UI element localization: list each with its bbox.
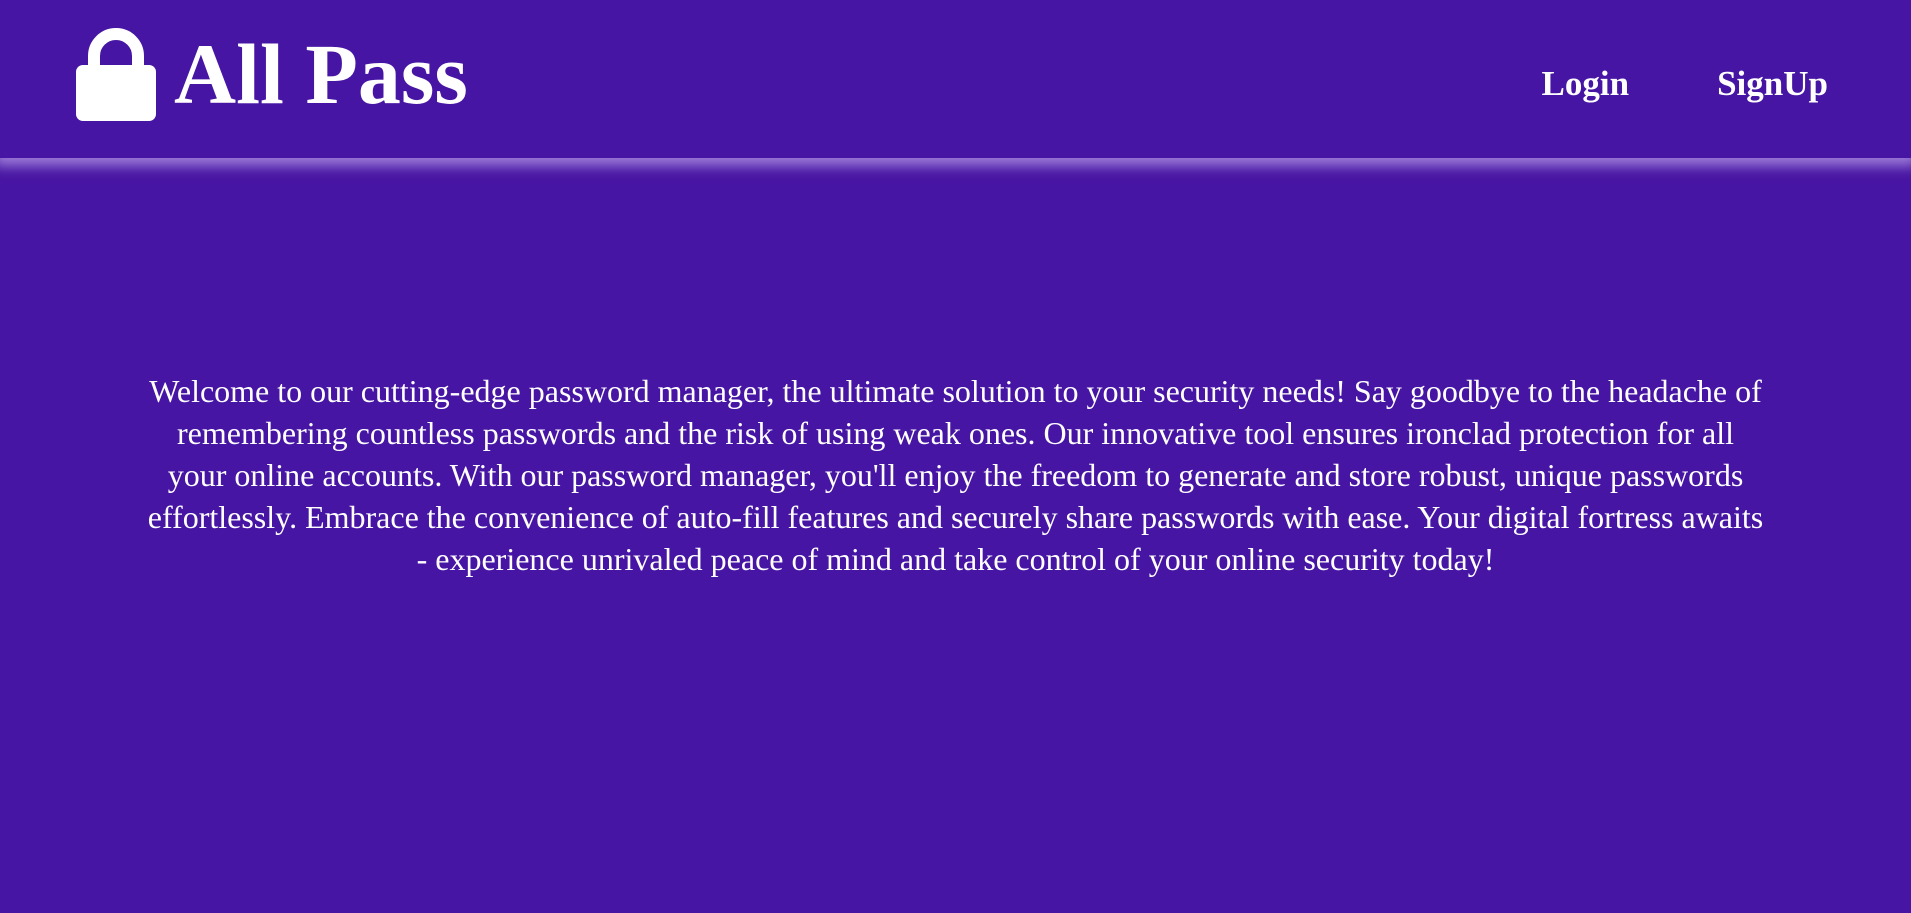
top-nav: Login SignUp [1542, 62, 1828, 106]
signup-link[interactable]: SignUp [1717, 62, 1828, 106]
brand-logo[interactable]: All Pass [76, 26, 468, 122]
main-content: Welcome to our cutting-edge password man… [0, 158, 1911, 913]
intro-paragraph: Welcome to our cutting-edge password man… [147, 373, 1764, 577]
login-link[interactable]: Login [1542, 62, 1630, 106]
site-header: All Pass Login SignUp [0, 0, 1911, 158]
lock-icon [76, 28, 156, 121]
brand-title: All Pass [174, 26, 468, 122]
